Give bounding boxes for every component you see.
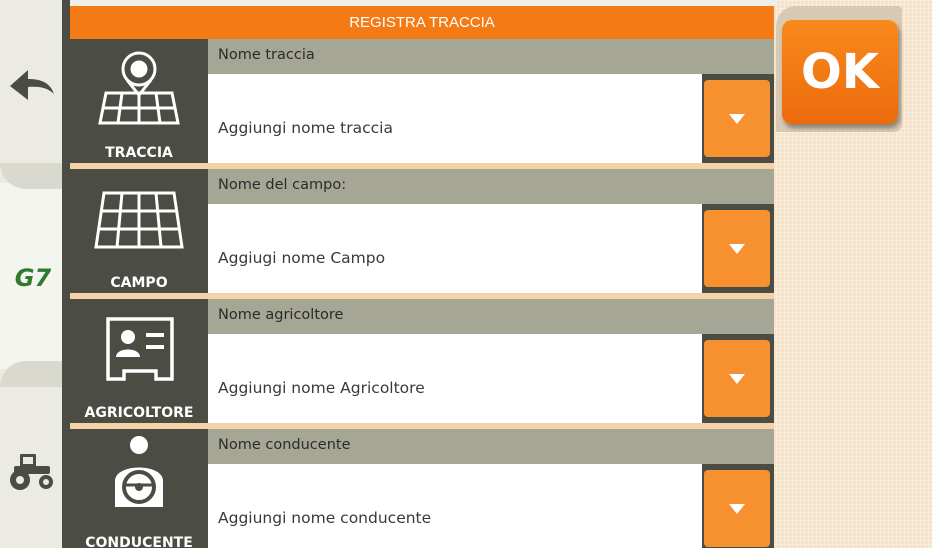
form-row-track: TRACCIA Nome traccia Aggiungi nome tracc…	[70, 39, 774, 169]
track-label: TRACCIA	[105, 145, 173, 161]
field-name-title: Nome del campo:	[208, 169, 774, 204]
driver-dropdown-button[interactable]	[704, 470, 770, 547]
field-label: CAMPO	[110, 275, 168, 291]
chevron-down-icon	[729, 113, 745, 124]
form-row-field: CAMPO Nome del campo: Aggiugi nome Campo	[70, 169, 774, 299]
farmer-name-title: Nome agricoltore	[208, 299, 774, 334]
farmer-label: AGRICOLTORE	[84, 405, 194, 421]
chevron-down-icon	[729, 503, 745, 514]
brand-logo: G7	[6, 262, 60, 292]
driver-panel: CONDUCENTE	[70, 429, 208, 548]
track-dropdown-button[interactable]	[704, 80, 770, 157]
driver-name-title: Nome conducente	[208, 429, 774, 464]
tractor-icon	[10, 454, 53, 490]
chevron-down-icon	[729, 243, 745, 254]
driver-name-input[interactable]: Aggiungi nome conducente	[208, 464, 702, 548]
sidebar-frame	[62, 0, 70, 548]
back-button[interactable]	[6, 64, 58, 110]
field-panel: CAMPO	[70, 169, 208, 293]
chevron-down-icon	[729, 373, 745, 384]
page-title: REGISTRA TRACCIA	[0, 0, 778, 39]
track-name-title: Nome traccia	[208, 39, 774, 74]
form-row-farmer: AGRICOLTORE Nome agricoltore Aggiungi no…	[70, 299, 774, 429]
back-arrow-icon	[10, 70, 54, 100]
track-name-input[interactable]: Aggiungi nome traccia	[208, 74, 702, 163]
form-row-driver: CONDUCENTE Nome conducente Aggiungi nome…	[70, 429, 774, 548]
field-icon	[94, 191, 184, 249]
svg-text:G7: G7	[15, 264, 52, 292]
track-panel: TRACCIA	[70, 39, 208, 163]
track-dropdown-wrap	[702, 74, 774, 163]
sidebar: G7	[0, 0, 70, 548]
field-dropdown-wrap	[702, 204, 774, 293]
farmer-dropdown-wrap	[702, 334, 774, 423]
driver-icon	[115, 436, 163, 507]
driver-label: CONDUCENTE	[85, 535, 193, 548]
field-dropdown-button[interactable]	[704, 210, 770, 287]
ok-button[interactable]: OK	[782, 20, 898, 124]
driver-dropdown-wrap	[702, 464, 774, 548]
field-name-input[interactable]: Aggiugi nome Campo	[208, 204, 702, 293]
farmer-panel: AGRICOLTORE	[70, 299, 208, 423]
track-icon	[98, 51, 180, 125]
farmer-dropdown-button[interactable]	[704, 340, 770, 417]
farmer-name-input[interactable]: Aggiungi nome Agricoltore	[208, 334, 702, 423]
farmer-card-icon	[106, 317, 174, 381]
tractor-button[interactable]	[6, 448, 58, 492]
